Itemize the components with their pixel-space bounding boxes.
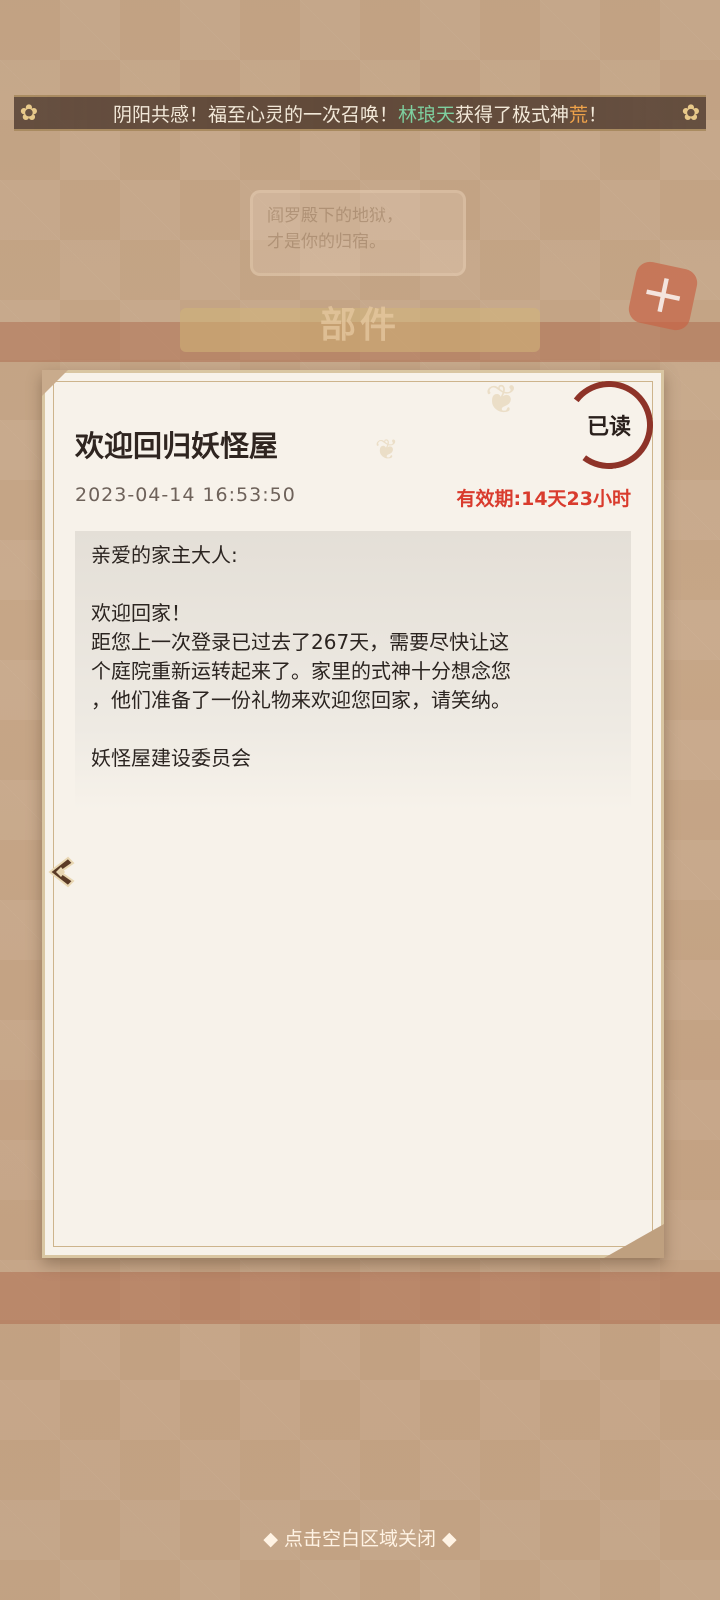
mail-body-line: 亲爱的家主大人: (91, 543, 238, 567)
broadcast-prefix: 阴阳共感！福至心灵的一次召唤！ (112, 103, 398, 126)
background-band (0, 1272, 720, 1324)
mail-date: 2023-04-14 16:53:50 (75, 484, 296, 506)
shikigami-name: 荒 (569, 103, 589, 126)
close-hint[interactable]: ◆ 点击空白区域关闭 ◆ (0, 1524, 720, 1551)
mail-body-line: 妖怪屋建设委员会 (91, 746, 251, 770)
player-name: 林琅天 (397, 103, 455, 126)
broadcast-middle: 获得了极式神 (454, 103, 569, 126)
screen-title: 部件 (319, 304, 400, 346)
flower-icon: ✿ (681, 100, 701, 126)
background-speech-bubble: 阎罗殿下的地狱， 才是你的归宿。 (250, 190, 466, 276)
back-arrow-icon[interactable] (43, 854, 79, 890)
mail-expiry: 有效期:14天23小时 (456, 488, 631, 510)
bubble-line: 阎罗殿下的地狱， (267, 206, 403, 226)
mail-body-line (91, 570, 615, 599)
mail-body: 亲爱的家主大人: 欢迎回家！ 距您上一次登录已过去了267天，需要尽快让这 个庭… (75, 531, 631, 811)
page-corner-fold (604, 1224, 664, 1258)
broadcast-marquee: ✿ 阴阳共感！福至心灵的一次召唤！林琅天获得了极式神荒！ ✿ (14, 95, 706, 131)
read-stamp: 已读 (559, 375, 659, 475)
mail-body-line: 个庭院重新运转起来了。家里的式神十分想念您 (91, 659, 511, 683)
mail-title: 欢迎回归妖怪屋 (75, 429, 279, 463)
flower-icon: ✿ (19, 100, 39, 126)
broadcast-text: 阴阳共感！福至心灵的一次召唤！林琅天获得了极式神荒！ (44, 100, 676, 127)
broadcast-suffix: ！ (588, 103, 608, 126)
mail-body-line: 欢迎回家！ (91, 601, 191, 625)
mail-body-line: 距您上一次登录已过去了267天，需要尽快让这 (91, 630, 510, 654)
leaf-decoration-icon: ❦ (485, 377, 519, 423)
bubble-line: 才是你的归宿。 (267, 232, 386, 252)
read-stamp-label: 已读 (586, 415, 632, 441)
mail-card: ❦ ❦ 欢迎回归妖怪屋 已读 2023-04-14 16:53:50 有效期:1… (42, 370, 664, 1258)
mail-body-line (91, 715, 615, 744)
page-corner-fold (42, 370, 68, 396)
leaf-decoration-icon: ❦ (375, 433, 399, 466)
mail-body-line: ，他们准备了一份礼物来欢迎您回家，请笑纳。 (91, 688, 511, 712)
